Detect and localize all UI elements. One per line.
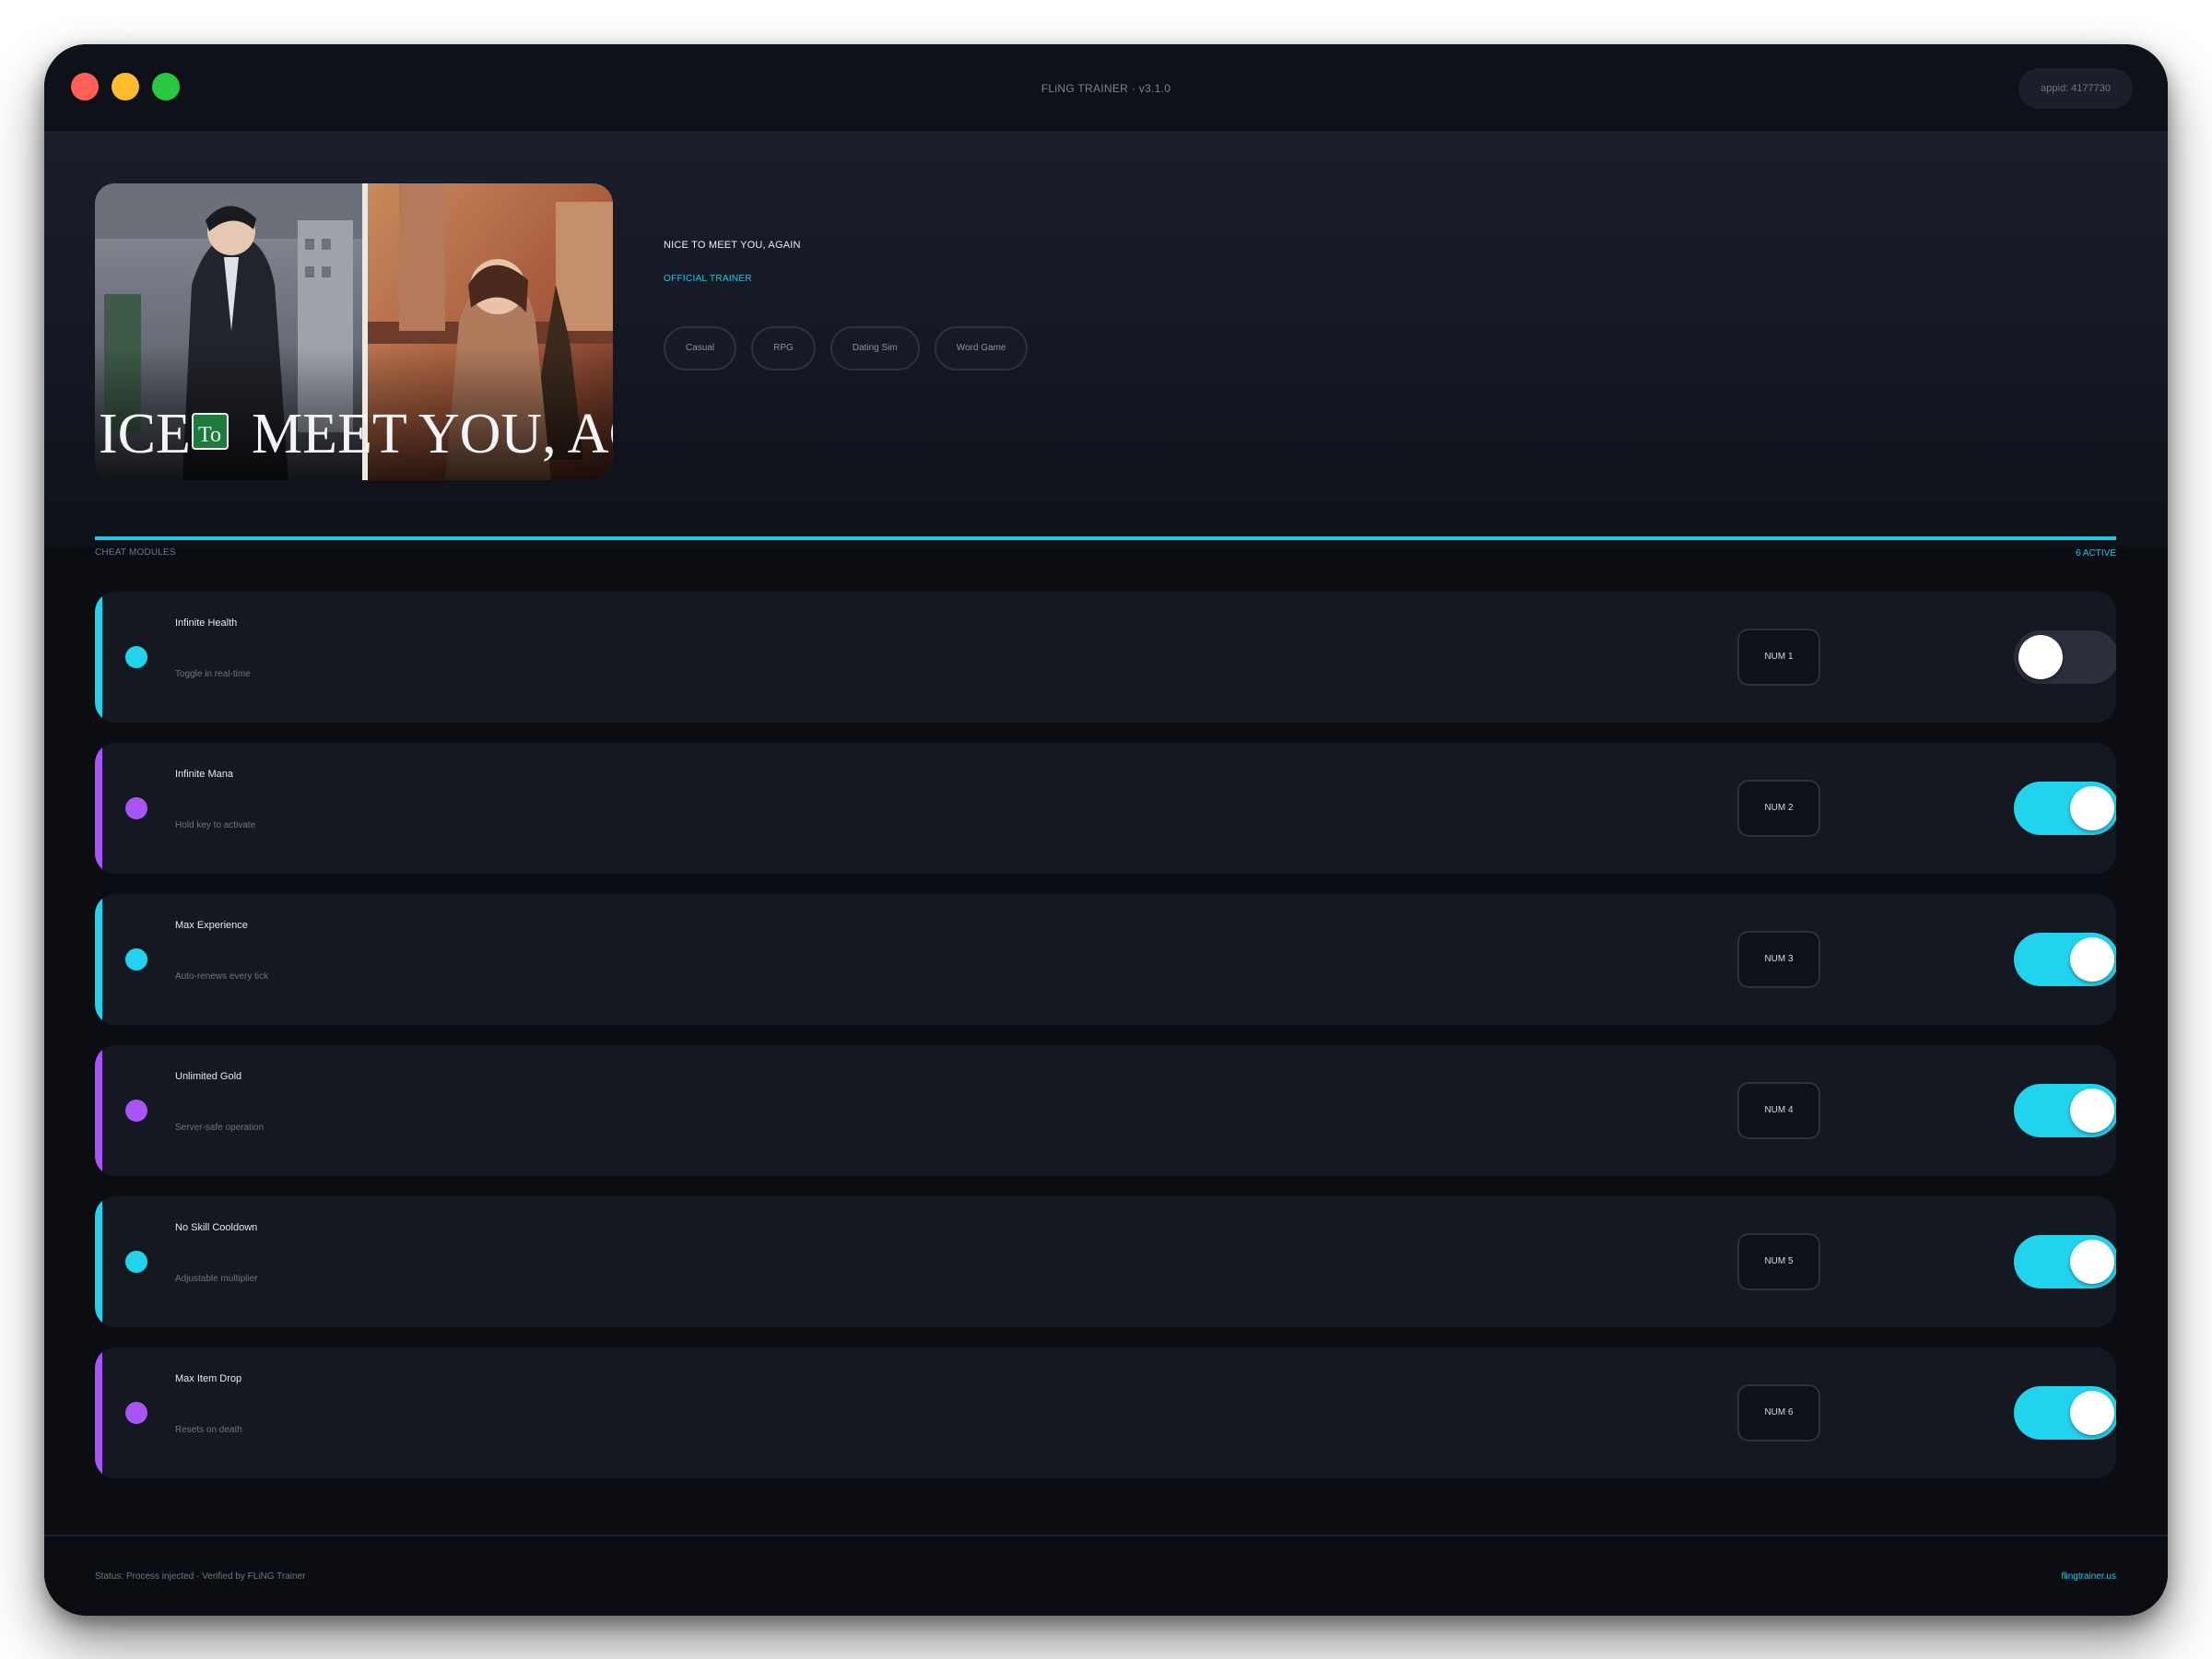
module-description: Server-safe operation [175,1123,265,1133]
module-description: Toggle in real-time [175,669,251,679]
module-accent-bar [95,592,102,723]
genre-tags: Casual RPG Dating Sim Word Game [664,326,1029,371]
tag-word-game[interactable]: Word Game [934,326,1029,371]
module-toggle[interactable] [2014,1386,2116,1440]
status-footer: Status: Process injected · Verified by F… [44,1535,2168,1616]
tag-casual[interactable]: Casual [664,326,737,371]
toggle-knob [2070,1240,2114,1284]
hotkey-badge[interactable]: NUM 2 [1737,780,1820,837]
module-accent-bar [95,1347,102,1478]
tag-rpg[interactable]: RPG [751,326,816,371]
module-accent-bar [95,1045,102,1176]
status-dot-icon [125,1402,147,1424]
module-toggle[interactable] [2014,782,2116,835]
section-divider [95,536,2116,540]
section-label: CHEAT MODULES [95,547,176,558]
status-dot-icon [125,948,147,971]
title-bar: FLiNG TRAINER · v3.1.0 appid: 4177730 [44,44,2168,133]
hotkey-badge[interactable]: NUM 1 [1737,629,1820,686]
trainer-window: FLiNG TRAINER · v3.1.0 appid: 4177730 IC… [44,44,2168,1616]
module-max-item-drop: Max Item Drop Resets on death NUM 6 [95,1347,2116,1478]
module-name: Unlimited Gold [175,1071,242,1082]
module-description: Adjustable multiplier [175,1274,258,1284]
hotkey-badge[interactable]: NUM 3 [1737,931,1820,988]
module-description: Resets on death [175,1425,242,1435]
hotkey-badge[interactable]: NUM 6 [1737,1384,1820,1441]
module-toggle[interactable] [2014,933,2116,986]
module-toggle[interactable] [2014,630,2116,684]
toggle-knob [2070,1088,2114,1133]
active-count: 6 ACTIVE [2076,548,2116,559]
status-dot-icon [125,1251,147,1273]
game-title: NICE TO MEET YOU, AGAIN [664,240,801,251]
module-name: No Skill Cooldown [175,1222,258,1233]
game-cover-art: ICE To MEET YOU, AGAI [95,183,613,480]
cover-title-right: MEET YOU, AGAI [252,403,613,465]
cover-title-left: ICE [99,403,191,465]
module-accent-bar [95,743,102,874]
cover-illustration: ICE To MEET YOU, AGAI [95,183,613,480]
tag-dating-sim[interactable]: Dating Sim [830,326,920,371]
module-infinite-health: Infinite Health Toggle in real-time NUM … [95,592,2116,723]
toggle-knob [2070,937,2114,982]
module-description: Hold key to activate [175,820,256,830]
module-max-experience: Max Experience Auto-renews every tick NU… [95,894,2116,1025]
status-dot-icon [125,1100,147,1122]
module-name: Infinite Mana [175,769,233,780]
status-text: Status: Process injected · Verified by F… [95,1571,306,1582]
module-name: Max Experience [175,920,248,931]
status-dot-icon [125,646,147,668]
game-header: ICE To MEET YOU, AGAI NICE TO MEET YOU, … [44,133,2168,547]
module-description: Auto-renews every tick [175,971,269,982]
module-no-skill-cooldown: No Skill Cooldown Adjustable multiplier … [95,1196,2116,1327]
toggle-knob [2018,635,2063,679]
hotkey-badge[interactable]: NUM 4 [1737,1082,1820,1139]
toggle-knob [2070,786,2114,830]
module-accent-bar [95,1196,102,1327]
module-name: Infinite Health [175,618,238,629]
appid-badge: appid: 4177730 [2018,68,2133,109]
module-toggle[interactable] [2014,1235,2116,1288]
cover-logo-text: To [198,423,221,447]
hotkey-badge[interactable]: NUM 5 [1737,1233,1820,1290]
module-infinite-mana: Infinite Mana Hold key to activate NUM 2 [95,743,2116,874]
module-name: Max Item Drop [175,1373,242,1384]
window-title: FLiNG TRAINER · v3.1.0 [1041,82,1171,95]
official-trainer-label: OFFICIAL TRAINER [664,274,752,284]
toggle-knob [2070,1391,2114,1435]
module-accent-bar [95,894,102,1025]
module-toggle[interactable] [2014,1084,2116,1137]
website-link[interactable]: flingtrainer.us [2062,1571,2116,1582]
cheat-module-list: Infinite Health Toggle in real-time NUM … [95,592,2116,1499]
status-dot-icon [125,797,147,819]
module-unlimited-gold: Unlimited Gold Server-safe operation NUM… [95,1045,2116,1176]
